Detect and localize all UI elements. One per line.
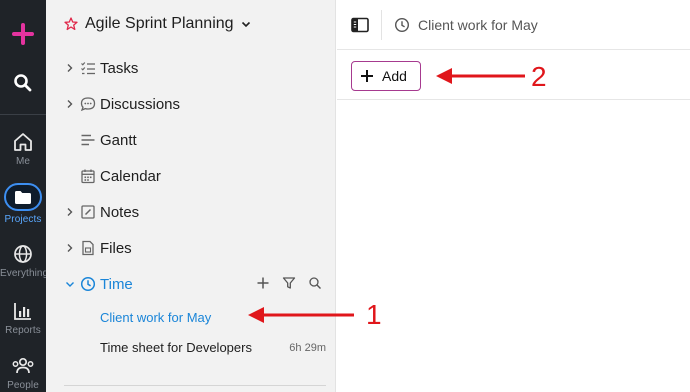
rail-item-me[interactable]: Me — [0, 131, 46, 167]
search-icon[interactable] — [308, 276, 322, 290]
search-icon[interactable] — [13, 73, 33, 93]
time-sheet-total: 6h 29m — [289, 342, 326, 354]
project-title[interactable]: Agile Sprint Planning — [64, 15, 252, 33]
add-time-sheet-icon[interactable] — [256, 276, 270, 290]
nav-label-notes: Notes — [100, 204, 140, 221]
chevron-down-icon[interactable] — [64, 278, 76, 290]
rail-divider — [0, 114, 46, 115]
sidebar-divider — [64, 385, 326, 386]
plus-icon — [361, 70, 373, 82]
main-panel: Client work for May Add — [337, 0, 690, 392]
main-topbar: Client work for May — [337, 0, 690, 50]
nav-label-discussions: Discussions — [100, 96, 181, 113]
nav-item-calendar[interactable]: Calendar — [46, 158, 336, 194]
bar-chart-icon — [14, 303, 31, 320]
nav-label-files: Files — [100, 240, 132, 257]
rail-item-reports[interactable]: Reports — [0, 300, 46, 336]
chat-icon — [80, 97, 96, 112]
annotation-arrow-2 — [436, 68, 525, 84]
globe-icon — [14, 245, 32, 263]
time-sheet-label: Time sheet for Developers — [100, 340, 252, 355]
note-icon — [81, 205, 95, 219]
chevron-right-icon[interactable] — [64, 98, 76, 110]
nav-item-files[interactable]: Files — [46, 230, 336, 266]
star-icon[interactable] — [64, 17, 78, 31]
time-sheet-developers[interactable]: Time sheet for Developers 6h 29m — [46, 332, 336, 362]
annotation-arrow-1 — [248, 307, 354, 323]
project-sidebar: Agile Sprint Planning Tasks Discussions … — [46, 0, 336, 392]
add-button[interactable]: Add — [351, 61, 421, 91]
calendar-icon — [81, 169, 95, 184]
rail-label-people: People — [7, 380, 39, 391]
time-actions — [256, 276, 322, 290]
create-plus-icon[interactable] — [9, 20, 37, 48]
rail-item-people[interactable]: People — [0, 355, 46, 391]
rail-label-projects: Projects — [4, 214, 42, 225]
nav-label-tasks: Tasks — [100, 60, 139, 77]
clock-icon — [394, 17, 410, 33]
gantt-icon — [81, 134, 95, 146]
chevron-right-icon[interactable] — [64, 242, 76, 254]
topbar-separator — [381, 10, 382, 40]
filter-icon[interactable] — [282, 276, 296, 290]
time-sheet-label: Client work for May — [100, 310, 212, 325]
nav-label-time: Time — [100, 276, 133, 293]
page-title: Client work for May — [418, 17, 538, 33]
checklist-icon — [81, 62, 95, 75]
nav-item-gantt[interactable]: Gantt — [46, 122, 336, 158]
app-rail: Me Projects Everything Reports People — [0, 0, 49, 392]
add-button-label: Add — [382, 68, 407, 84]
rail-label-me: Me — [15, 156, 31, 167]
chevron-down-icon[interactable] — [240, 18, 252, 30]
nav-item-discussions[interactable]: Discussions — [46, 86, 336, 122]
sidebar-toggle-icon[interactable] — [351, 17, 369, 33]
rail-item-projects[interactable]: Projects — [0, 183, 46, 225]
rail-item-everything[interactable]: Everything — [0, 243, 49, 279]
clock-icon — [80, 276, 96, 292]
annotation-label-2: 2 — [531, 61, 547, 92]
rail-label-everything: Everything — [0, 268, 49, 279]
chevron-right-icon[interactable] — [64, 62, 76, 74]
project-title-text: Agile Sprint Planning — [85, 15, 234, 32]
annotation-label-1: 1 — [366, 299, 382, 330]
nav-item-time[interactable]: Time — [46, 266, 336, 302]
rail-label-reports: Reports — [5, 325, 41, 336]
home-icon — [14, 133, 32, 151]
people-icon — [12, 357, 34, 374]
nav-item-tasks[interactable]: Tasks — [46, 50, 336, 86]
folder-icon — [15, 190, 31, 204]
nav-label-calendar: Calendar — [100, 168, 161, 185]
file-icon — [82, 240, 94, 256]
nav-item-notes[interactable]: Notes — [46, 194, 336, 230]
nav-label-gantt: Gantt — [100, 132, 137, 149]
projects-pill — [4, 183, 42, 211]
chevron-right-icon[interactable] — [64, 206, 76, 218]
